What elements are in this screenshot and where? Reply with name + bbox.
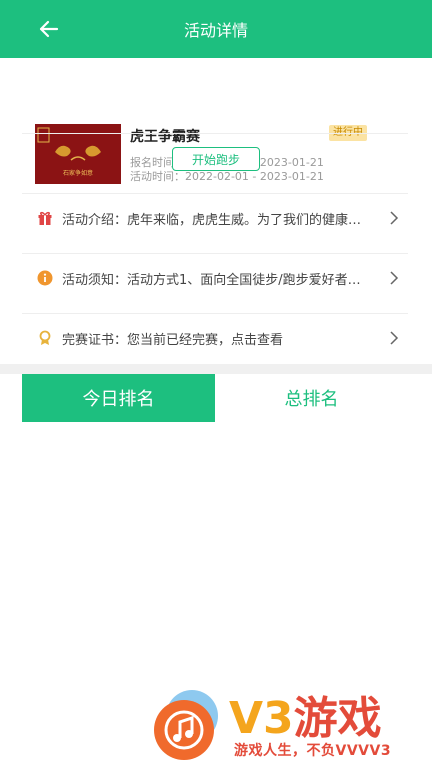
tab-total-ranking[interactable]: 总排名 bbox=[215, 374, 408, 422]
ranking-tabs: 今日排名 总排名 bbox=[22, 374, 408, 422]
watermark-brand: V3游戏 bbox=[229, 693, 382, 744]
intro-label: 活动介绍： bbox=[62, 212, 128, 228]
watermark-logo-icon bbox=[154, 690, 218, 760]
watermark: V3游戏 游戏人生，不负VVVV3 bbox=[146, 682, 432, 768]
arrow-left-icon bbox=[39, 20, 59, 38]
info-icon bbox=[36, 269, 54, 287]
start-running-button[interactable]: 开始跑步 bbox=[172, 147, 260, 171]
watermark-slogan: 游戏人生，不负VVVV3 bbox=[234, 743, 392, 759]
intro-text: 虎年来临，虎虎生威。为了我们的健康… bbox=[127, 212, 362, 228]
notice-text: 活动方式1、面向全国徒步/跑步爱好者… bbox=[127, 272, 361, 288]
chevron-right-icon bbox=[390, 211, 399, 225]
chevron-right-icon bbox=[390, 271, 399, 285]
thumbnail-caption: 石家争如意 bbox=[62, 170, 93, 177]
notice-label: 活动须知： bbox=[62, 272, 128, 288]
certificate-label: 完赛证书： bbox=[62, 332, 128, 348]
page-title: 活动详情 bbox=[183, 21, 248, 40]
section-gap bbox=[0, 364, 432, 374]
divider bbox=[22, 133, 408, 134]
activity-intro-row[interactable]: 活动介绍： 虎年来临，虎虎生威。为了我们的健康… bbox=[22, 193, 408, 243]
medal-icon bbox=[36, 329, 54, 347]
certificate-row[interactable]: 完赛证书： 您当前已经完赛，点击查看 bbox=[22, 313, 408, 363]
gift-icon bbox=[36, 209, 54, 227]
activity-notice-row[interactable]: 活动须知： 活动方式1、面向全国徒步/跑步爱好者… bbox=[22, 253, 408, 303]
top-bar: 活动详情 bbox=[0, 0, 432, 58]
chevron-right-icon bbox=[390, 331, 399, 345]
certificate-text: 您当前已经完赛，点击查看 bbox=[127, 332, 284, 348]
back-button[interactable] bbox=[36, 16, 62, 42]
activity-title: 虎王争霸赛 bbox=[130, 129, 200, 145]
tab-today-ranking[interactable]: 今日排名 bbox=[22, 374, 215, 422]
